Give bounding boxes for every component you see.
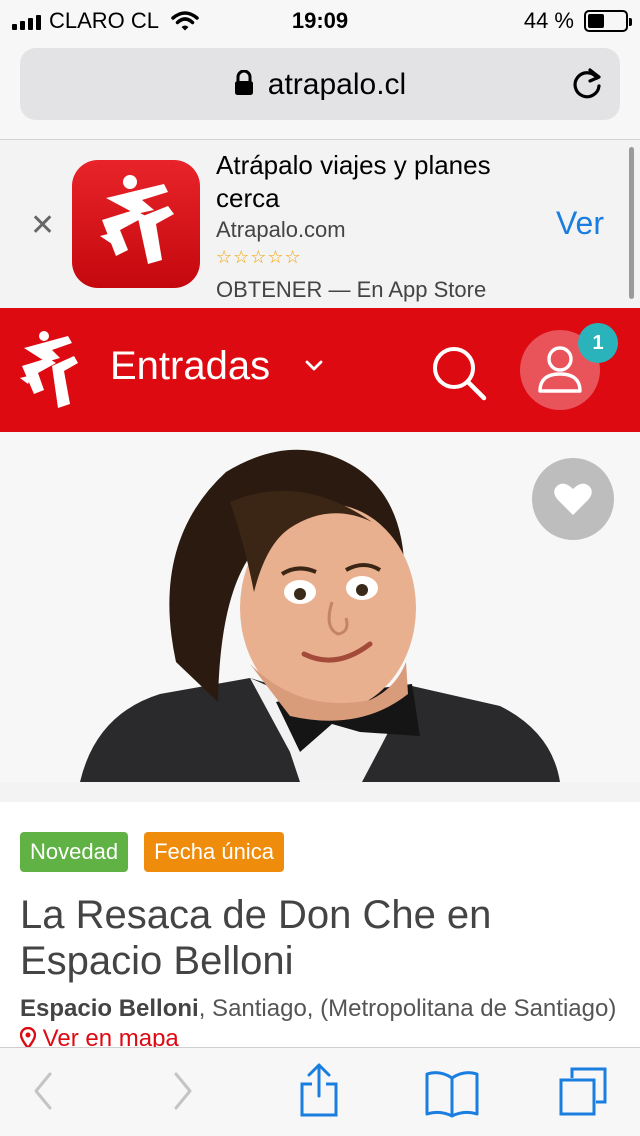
atrapalo-logo-icon (100, 175, 174, 264)
view-app-button[interactable]: Ver (556, 205, 604, 242)
address-bar[interactable]: atrapalo.cl (20, 48, 620, 120)
share-icon[interactable] (298, 1062, 340, 1118)
book-icon[interactable] (424, 1070, 480, 1118)
venue-name[interactable]: Espacio Belloni (20, 995, 199, 1022)
section-selector[interactable]: Entradas (110, 344, 270, 389)
status-right: 44 % (523, 8, 632, 34)
atrapalo-logo-icon[interactable] (18, 328, 82, 412)
tabs-icon[interactable] (558, 1066, 608, 1118)
app-rating-stars: ☆☆☆☆☆ (216, 247, 302, 267)
site-header: Entradas (0, 308, 640, 432)
app-store-text: OBTENER — En App Store (216, 277, 487, 302)
tag-new: Novedad (20, 832, 129, 872)
battery-icon (584, 10, 632, 32)
heart-icon (554, 483, 592, 515)
scroll-indicator (629, 147, 634, 299)
favorite-button[interactable] (532, 458, 614, 540)
search-icon[interactable] (430, 344, 488, 402)
chevron-down-icon[interactable] (304, 358, 324, 372)
venue-location: , Santiago, (Metropolitana de Santiago) (198, 995, 617, 1022)
status-bar: CLARO CL 19:09 44 % (0, 0, 640, 40)
browser-toolbar (0, 1047, 640, 1136)
battery-fill (588, 14, 604, 28)
chevron-left-icon[interactable] (30, 1068, 56, 1114)
user-icon (538, 346, 582, 393)
url-text: atrapalo.cl (267, 68, 407, 101)
event-info: Novedad Fecha única La Resaca de Don Che… (0, 802, 640, 1052)
address-field[interactable]: atrapalo.cl (20, 68, 620, 102)
map-pin-icon (19, 1026, 37, 1050)
browser-chrome: atrapalo.cl (0, 40, 640, 140)
battery-percent: 44 % (523, 8, 574, 33)
venue-line: Espacio Belloni, Santiago, (Metropolitan… (19, 994, 620, 1054)
app-title: Atrápalo viajes y planes cerca (216, 150, 491, 213)
lock-icon (234, 70, 253, 96)
tag-single-date: Fecha única (144, 832, 284, 872)
notification-badge[interactable]: 1 (578, 323, 618, 363)
chevron-right-icon[interactable] (170, 1068, 196, 1114)
event-tags: Novedad Fecha única (20, 832, 284, 872)
reload-icon[interactable] (570, 66, 604, 102)
app-developer: Atrapalo.com (216, 217, 346, 242)
close-icon[interactable]: ✕ (30, 211, 55, 241)
event-title: La Resaca de Don Che en Espacio Belloni (20, 893, 492, 983)
app-icon[interactable] (72, 160, 200, 288)
smart-app-banner: ✕ Atrápalo viajes y planes cerca Atrapal… (0, 141, 640, 308)
